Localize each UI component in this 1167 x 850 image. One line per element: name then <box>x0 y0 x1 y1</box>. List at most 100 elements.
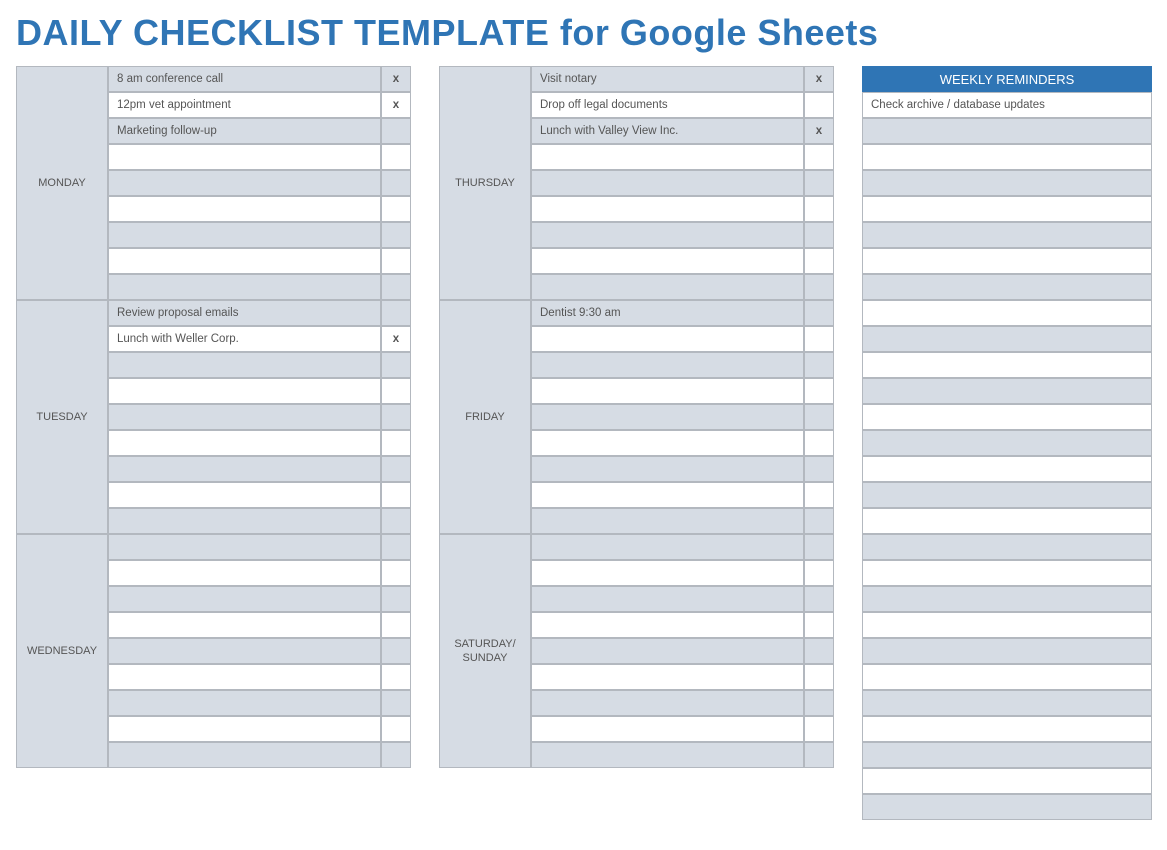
reminder-cell[interactable]: Check archive / database updates <box>862 92 1152 118</box>
task-cell[interactable] <box>531 248 804 274</box>
task-cell[interactable]: Lunch with Weller Corp. <box>108 326 381 352</box>
task-cell[interactable] <box>531 144 804 170</box>
task-cell[interactable] <box>531 638 804 664</box>
done-mark-cell[interactable] <box>381 378 411 404</box>
done-mark-cell[interactable] <box>381 482 411 508</box>
done-mark-cell[interactable]: x <box>381 66 411 92</box>
task-cell[interactable]: Review proposal emails <box>108 300 381 326</box>
done-mark-cell[interactable] <box>804 508 834 534</box>
reminder-cell[interactable] <box>862 768 1152 794</box>
done-mark-cell[interactable] <box>804 144 834 170</box>
task-cell[interactable]: Drop off legal documents <box>531 92 804 118</box>
task-cell[interactable] <box>531 326 804 352</box>
reminder-cell[interactable] <box>862 638 1152 664</box>
task-cell[interactable] <box>108 222 381 248</box>
reminder-cell[interactable] <box>862 274 1152 300</box>
reminder-cell[interactable] <box>862 612 1152 638</box>
reminder-cell[interactable] <box>862 144 1152 170</box>
done-mark-cell[interactable] <box>804 222 834 248</box>
done-mark-cell[interactable] <box>381 404 411 430</box>
done-mark-cell[interactable]: x <box>804 66 834 92</box>
task-cell[interactable]: 12pm vet appointment <box>108 92 381 118</box>
reminder-cell[interactable] <box>862 404 1152 430</box>
done-mark-cell[interactable] <box>804 248 834 274</box>
done-mark-cell[interactable] <box>804 482 834 508</box>
done-mark-cell[interactable] <box>381 690 411 716</box>
task-cell[interactable]: Dentist 9:30 am <box>531 300 804 326</box>
reminder-cell[interactable] <box>862 430 1152 456</box>
done-mark-cell[interactable] <box>804 352 834 378</box>
task-cell[interactable] <box>531 664 804 690</box>
task-cell[interactable] <box>531 612 804 638</box>
task-cell[interactable]: Lunch with Valley View Inc. <box>531 118 804 144</box>
reminder-cell[interactable] <box>862 378 1152 404</box>
task-cell[interactable] <box>108 274 381 300</box>
done-mark-cell[interactable] <box>804 742 834 768</box>
task-cell[interactable] <box>531 690 804 716</box>
done-mark-cell[interactable] <box>381 638 411 664</box>
reminder-cell[interactable] <box>862 586 1152 612</box>
done-mark-cell[interactable] <box>381 586 411 612</box>
done-mark-cell[interactable] <box>381 352 411 378</box>
done-mark-cell[interactable]: x <box>381 92 411 118</box>
reminder-cell[interactable] <box>862 716 1152 742</box>
task-cell[interactable] <box>531 482 804 508</box>
reminder-cell[interactable] <box>862 794 1152 820</box>
done-mark-cell[interactable]: x <box>804 118 834 144</box>
done-mark-cell[interactable]: x <box>381 326 411 352</box>
reminder-cell[interactable] <box>862 456 1152 482</box>
task-cell[interactable] <box>108 430 381 456</box>
done-mark-cell[interactable] <box>381 222 411 248</box>
done-mark-cell[interactable] <box>381 170 411 196</box>
done-mark-cell[interactable] <box>804 586 834 612</box>
task-cell[interactable] <box>531 716 804 742</box>
done-mark-cell[interactable] <box>381 144 411 170</box>
task-cell[interactable] <box>531 534 804 560</box>
done-mark-cell[interactable] <box>381 118 411 144</box>
task-cell[interactable] <box>531 508 804 534</box>
task-cell[interactable] <box>531 274 804 300</box>
done-mark-cell[interactable] <box>804 664 834 690</box>
task-cell[interactable] <box>531 352 804 378</box>
reminder-cell[interactable] <box>862 248 1152 274</box>
reminder-cell[interactable] <box>862 300 1152 326</box>
done-mark-cell[interactable] <box>804 170 834 196</box>
reminder-cell[interactable] <box>862 664 1152 690</box>
task-cell[interactable] <box>108 508 381 534</box>
task-cell[interactable] <box>108 196 381 222</box>
task-cell[interactable] <box>108 456 381 482</box>
task-cell[interactable] <box>108 352 381 378</box>
done-mark-cell[interactable] <box>804 638 834 664</box>
done-mark-cell[interactable] <box>381 664 411 690</box>
task-cell[interactable] <box>531 222 804 248</box>
done-mark-cell[interactable] <box>804 560 834 586</box>
done-mark-cell[interactable] <box>381 716 411 742</box>
task-cell[interactable] <box>531 170 804 196</box>
task-cell[interactable] <box>531 196 804 222</box>
task-cell[interactable] <box>108 716 381 742</box>
done-mark-cell[interactable] <box>381 196 411 222</box>
task-cell[interactable]: Visit notary <box>531 66 804 92</box>
done-mark-cell[interactable] <box>804 92 834 118</box>
task-cell[interactable]: 8 am conference call <box>108 66 381 92</box>
done-mark-cell[interactable] <box>381 248 411 274</box>
task-cell[interactable] <box>531 456 804 482</box>
task-cell[interactable] <box>108 612 381 638</box>
done-mark-cell[interactable] <box>804 430 834 456</box>
done-mark-cell[interactable] <box>804 326 834 352</box>
done-mark-cell[interactable] <box>381 560 411 586</box>
done-mark-cell[interactable] <box>804 404 834 430</box>
task-cell[interactable] <box>531 430 804 456</box>
done-mark-cell[interactable] <box>381 742 411 768</box>
done-mark-cell[interactable] <box>804 534 834 560</box>
reminder-cell[interactable] <box>862 196 1152 222</box>
task-cell[interactable] <box>531 378 804 404</box>
reminder-cell[interactable] <box>862 482 1152 508</box>
task-cell[interactable]: Marketing follow-up <box>108 118 381 144</box>
done-mark-cell[interactable] <box>381 274 411 300</box>
task-cell[interactable] <box>108 378 381 404</box>
done-mark-cell[interactable] <box>804 456 834 482</box>
done-mark-cell[interactable] <box>804 690 834 716</box>
done-mark-cell[interactable] <box>804 196 834 222</box>
done-mark-cell[interactable] <box>381 612 411 638</box>
